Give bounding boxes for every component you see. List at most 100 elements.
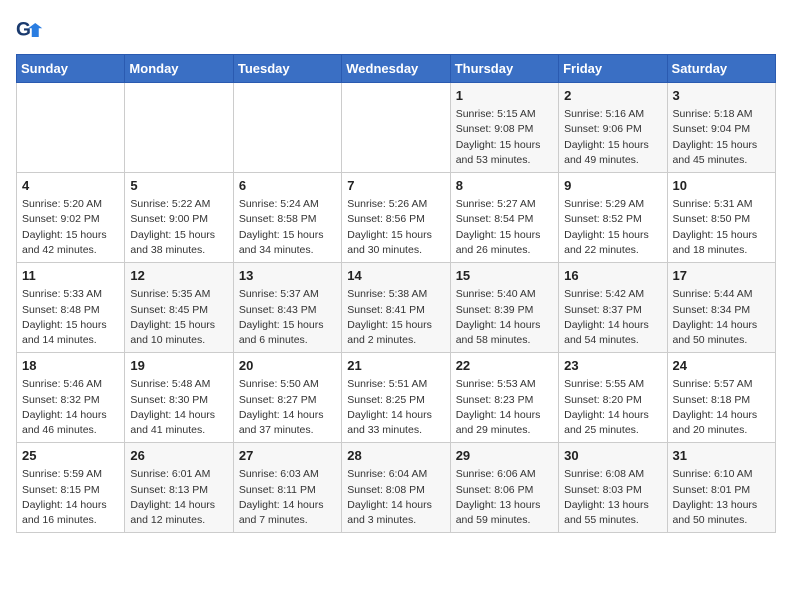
day-number: 5 (130, 177, 227, 195)
day-info: Sunrise: 5:18 AM Sunset: 9:04 PM Dayligh… (673, 107, 770, 168)
day-number: 13 (239, 267, 336, 285)
day-number: 16 (564, 267, 661, 285)
day-number: 29 (456, 447, 553, 465)
day-info: Sunrise: 6:10 AM Sunset: 8:01 PM Dayligh… (673, 467, 770, 528)
day-number: 12 (130, 267, 227, 285)
day-number: 10 (673, 177, 770, 195)
calendar-cell: 3 Sunrise: 5:18 AM Sunset: 9:04 PM Daylig… (667, 83, 775, 173)
day-info: Sunrise: 5:38 AM Sunset: 8:41 PM Dayligh… (347, 287, 444, 348)
day-info: Sunrise: 5:37 AM Sunset: 8:43 PM Dayligh… (239, 287, 336, 348)
calendar-cell: 2Sunrise: 5:16 AM Sunset: 9:06 PM Daylig… (559, 83, 667, 173)
day-number: 19 (130, 357, 227, 375)
day-info: Sunrise: 5:57 AM Sunset: 8:18 PM Dayligh… (673, 377, 770, 438)
weekday-header-sunday: Sunday (17, 55, 125, 83)
calendar-cell: 10 Sunrise: 5:31 AM Sunset: 8:50 PM Dayli… (667, 173, 775, 263)
calendar-cell: 22 Sunrise: 5:53 AM Sunset: 8:23 PM Dayli… (450, 353, 558, 443)
day-info: Sunrise: 5:46 AM Sunset: 8:32 PM Dayligh… (22, 377, 119, 438)
calendar-cell: 21 Sunrise: 5:51 AM Sunset: 8:25 PM Dayli… (342, 353, 450, 443)
calendar-cell: 19 Sunrise: 5:48 AM Sunset: 8:30 PM Dayli… (125, 353, 233, 443)
day-number: 25 (22, 447, 119, 465)
calendar-cell: 28 Sunrise: 6:04 AM Sunset: 8:08 PM Dayli… (342, 443, 450, 533)
calendar-cell: 18 Sunrise: 5:46 AM Sunset: 8:32 PM Dayli… (17, 353, 125, 443)
day-info: Sunrise: 5:59 AM Sunset: 8:15 PM Dayligh… (22, 467, 119, 528)
calendar-cell: 9 Sunrise: 5:29 AM Sunset: 8:52 PM Daylig… (559, 173, 667, 263)
day-info: Sunrise: 6:08 AM Sunset: 8:03 PM Dayligh… (564, 467, 661, 528)
calendar-cell: 24 Sunrise: 5:57 AM Sunset: 8:18 PM Dayli… (667, 353, 775, 443)
day-number: 3 (673, 87, 770, 105)
day-info: Sunrise: 5:33 AM Sunset: 8:48 PM Dayligh… (22, 287, 119, 348)
calendar-cell (125, 83, 233, 173)
day-number: 17 (673, 267, 770, 285)
day-info: Sunrise: 5:24 AM Sunset: 8:58 PM Dayligh… (239, 197, 336, 258)
day-number: 22 (456, 357, 553, 375)
day-info: Sunrise: 5:48 AM Sunset: 8:30 PM Dayligh… (130, 377, 227, 438)
day-number: 6 (239, 177, 336, 195)
calendar-cell: 20 Sunrise: 5:50 AM Sunset: 8:27 PM Dayli… (233, 353, 341, 443)
day-number: 23 (564, 357, 661, 375)
calendar-cell: 23 Sunrise: 5:55 AM Sunset: 8:20 PM Dayli… (559, 353, 667, 443)
day-info: Sunrise: 5:40 AM Sunset: 8:39 PM Dayligh… (456, 287, 553, 348)
day-number: 27 (239, 447, 336, 465)
day-number: 9 (564, 177, 661, 195)
day-info: Sunrise: 6:01 AM Sunset: 8:13 PM Dayligh… (130, 467, 227, 528)
calendar-cell: 15Sunrise: 5:40 AM Sunset: 8:39 PM Dayli… (450, 263, 558, 353)
day-number: 28 (347, 447, 444, 465)
calendar-cell: 13 Sunrise: 5:37 AM Sunset: 8:43 PM Dayli… (233, 263, 341, 353)
day-info: Sunrise: 5:29 AM Sunset: 8:52 PM Dayligh… (564, 197, 661, 258)
day-info: Sunrise: 6:04 AM Sunset: 8:08 PM Dayligh… (347, 467, 444, 528)
calendar-cell: 5 Sunrise: 5:22 AM Sunset: 9:00 PM Daylig… (125, 173, 233, 263)
calendar-cell: 25 Sunrise: 5:59 AM Sunset: 8:15 PM Dayli… (17, 443, 125, 533)
day-number: 4 (22, 177, 119, 195)
weekday-header-thursday: Thursday (450, 55, 558, 83)
day-info: Sunrise: 5:31 AM Sunset: 8:50 PM Dayligh… (673, 197, 770, 258)
calendar-cell: 14 Sunrise: 5:38 AM Sunset: 8:41 PM Dayli… (342, 263, 450, 353)
day-info: Sunrise: 5:20 AM Sunset: 9:02 PM Dayligh… (22, 197, 119, 258)
page-header: G (16, 16, 776, 44)
day-number: 14 (347, 267, 444, 285)
day-info: Sunrise: 5:55 AM Sunset: 8:20 PM Dayligh… (564, 377, 661, 438)
logo-icon: G (16, 16, 44, 44)
calendar-cell: 11 Sunrise: 5:33 AM Sunset: 8:48 PM Dayli… (17, 263, 125, 353)
day-number: 11 (22, 267, 119, 285)
day-info: Sunrise: 5:51 AM Sunset: 8:25 PM Dayligh… (347, 377, 444, 438)
day-info: Sunrise: 5:16 AM Sunset: 9:06 PM Dayligh… (564, 107, 661, 168)
calendar-cell: 8Sunrise: 5:27 AM Sunset: 8:54 PM Daylig… (450, 173, 558, 263)
day-number: 18 (22, 357, 119, 375)
weekday-header-tuesday: Tuesday (233, 55, 341, 83)
day-info: Sunrise: 5:15 AM Sunset: 9:08 PM Dayligh… (456, 107, 553, 168)
weekday-header-wednesday: Wednesday (342, 55, 450, 83)
day-info: Sunrise: 5:42 AM Sunset: 8:37 PM Dayligh… (564, 287, 661, 348)
calendar-cell: 27Sunrise: 6:03 AM Sunset: 8:11 PM Dayli… (233, 443, 341, 533)
day-info: Sunrise: 5:44 AM Sunset: 8:34 PM Dayligh… (673, 287, 770, 348)
calendar-cell: 29Sunrise: 6:06 AM Sunset: 8:06 PM Dayli… (450, 443, 558, 533)
day-number: 1 (456, 87, 553, 105)
day-info: Sunrise: 5:53 AM Sunset: 8:23 PM Dayligh… (456, 377, 553, 438)
day-info: Sunrise: 5:26 AM Sunset: 8:56 PM Dayligh… (347, 197, 444, 258)
day-number: 20 (239, 357, 336, 375)
day-number: 30 (564, 447, 661, 465)
day-info: Sunrise: 5:50 AM Sunset: 8:27 PM Dayligh… (239, 377, 336, 438)
calendar-cell: 1 Sunrise: 5:15 AM Sunset: 9:08 PM Daylig… (450, 83, 558, 173)
calendar-cell: 17 Sunrise: 5:44 AM Sunset: 8:34 PM Dayli… (667, 263, 775, 353)
weekday-header-monday: Monday (125, 55, 233, 83)
calendar-cell (342, 83, 450, 173)
weekday-header-friday: Friday (559, 55, 667, 83)
calendar-cell: 4 Sunrise: 5:20 AM Sunset: 9:02 PM Daylig… (17, 173, 125, 263)
calendar-cell: 12Sunrise: 5:35 AM Sunset: 8:45 PM Dayli… (125, 263, 233, 353)
day-info: Sunrise: 5:27 AM Sunset: 8:54 PM Dayligh… (456, 197, 553, 258)
calendar-table: SundayMondayTuesdayWednesdayThursdayFrid… (16, 54, 776, 533)
svg-text:G: G (16, 19, 31, 40)
calendar-cell: 7 Sunrise: 5:26 AM Sunset: 8:56 PM Daylig… (342, 173, 450, 263)
calendar-cell: 16 Sunrise: 5:42 AM Sunset: 8:37 PM Dayli… (559, 263, 667, 353)
weekday-header-saturday: Saturday (667, 55, 775, 83)
calendar-cell: 31 Sunrise: 6:10 AM Sunset: 8:01 PM Dayli… (667, 443, 775, 533)
day-number: 21 (347, 357, 444, 375)
calendar-cell (17, 83, 125, 173)
calendar-cell: 6 Sunrise: 5:24 AM Sunset: 8:58 PM Daylig… (233, 173, 341, 263)
day-number: 7 (347, 177, 444, 195)
day-number: 31 (673, 447, 770, 465)
day-info: Sunrise: 5:22 AM Sunset: 9:00 PM Dayligh… (130, 197, 227, 258)
logo: G (16, 16, 48, 44)
day-number: 24 (673, 357, 770, 375)
calendar-cell: 30 Sunrise: 6:08 AM Sunset: 8:03 PM Dayli… (559, 443, 667, 533)
